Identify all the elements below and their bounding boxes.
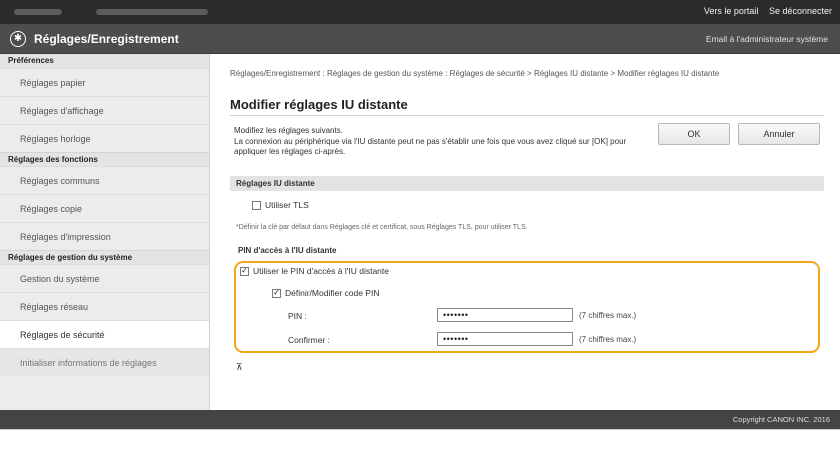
ok-button[interactable]: OK <box>658 123 730 145</box>
app-title: Réglages/Enregistrement <box>34 32 179 46</box>
set-pin-checkbox[interactable]: ✓ <box>272 288 281 298</box>
logout-link[interactable]: Se déconnecter <box>769 6 832 16</box>
use-tls-row: Utiliser TLS <box>252 200 309 210</box>
copyright-text: Copyright CANON INC. 2016 <box>732 415 830 424</box>
sidebar-item-common-settings[interactable]: Réglages communs <box>0 166 209 194</box>
confirm-pin-input[interactable]: ••••••• <box>437 332 573 346</box>
top-bar: Vers le portail Se déconnecter <box>0 0 840 24</box>
settings-gear-icon: ✱ <box>10 31 26 47</box>
scroll-to-top-icon[interactable]: ⊼ <box>236 362 243 373</box>
pin-hint: (7 chiffres max.) <box>579 311 637 320</box>
sidebar-item-paper-settings[interactable]: Réglages papier <box>0 68 209 96</box>
bottom-blank-area <box>0 429 840 456</box>
page-description: Modifiez les réglages suivants. La conne… <box>234 126 644 158</box>
page-title: Modifier réglages IU distante <box>230 97 408 112</box>
confirm-hint: (7 chiffres max.) <box>579 335 637 344</box>
use-pin-label: Utiliser le PIN d'accès à l'IU distante <box>253 266 389 276</box>
section-header-remote-ui: Réglages IU distante <box>230 176 824 191</box>
sidebar-item-system-management[interactable]: Gestion du système <box>0 264 209 292</box>
breadcrumb: Réglages/Enregistrement : Réglages de ge… <box>230 69 720 78</box>
top-links: Vers le portail Se déconnecter <box>696 6 832 16</box>
cancel-button[interactable]: Annuler <box>738 123 820 145</box>
app-header: ✱ Réglages/Enregistrement Email à l'admi… <box>0 24 840 54</box>
sidebar-section-system-management: Réglages de gestion du système <box>0 250 209 264</box>
tls-note: *Définir la clé par défaut dans Réglages… <box>236 224 528 231</box>
sidebar-item-security-settings[interactable]: Réglages de sécurité <box>0 320 209 348</box>
footer: Copyright CANON INC. 2016 <box>0 410 840 429</box>
pin-input[interactable]: ••••••• <box>437 308 573 322</box>
sidebar-section-function-settings: Réglages des fonctions <box>0 152 209 166</box>
description-line-2: La connexion au périphérique via l'IU di… <box>234 136 627 157</box>
sidebar-item-print-settings[interactable]: Réglages d'impression <box>0 222 209 250</box>
use-pin-checkbox[interactable]: ✓ <box>240 266 249 276</box>
set-pin-row: ✓ Définir/Modifier code PIN <box>272 288 379 298</box>
description-line-1: Modifiez les réglages suivants. <box>234 126 343 135</box>
blurred-device-name <box>14 9 62 15</box>
use-tls-label: Utiliser TLS <box>265 200 309 210</box>
confirm-label: Confirmer : <box>288 335 331 345</box>
set-pin-label: Définir/Modifier code PIN <box>285 288 380 298</box>
sidebar-item-timer-settings[interactable]: Réglages horloge <box>0 124 209 152</box>
use-tls-checkbox[interactable] <box>252 200 261 210</box>
sidebar-item-initialize-settings[interactable]: Initialiser informations de réglages <box>0 348 209 376</box>
sidebar-item-display-settings[interactable]: Réglages d'affichage <box>0 96 209 124</box>
pin-label: PIN : <box>288 311 307 321</box>
sidebar: Préférences Réglages papier Réglages d'a… <box>0 54 210 410</box>
portal-link[interactable]: Vers le portail <box>704 6 759 16</box>
sidebar-item-network-settings[interactable]: Réglages réseau <box>0 292 209 320</box>
sidebar-section-preferences: Préférences <box>0 54 209 68</box>
sidebar-item-copy-settings[interactable]: Réglages copie <box>0 194 209 222</box>
admin-mail-link[interactable]: Email à l'administrateur système <box>706 34 828 44</box>
title-divider <box>230 115 824 116</box>
use-pin-row: ✓ Utiliser le PIN d'accès à l'IU distant… <box>240 266 389 276</box>
blurred-device-model <box>96 9 208 15</box>
pin-access-heading: PIN d'accès à l'IU distante <box>238 246 337 255</box>
